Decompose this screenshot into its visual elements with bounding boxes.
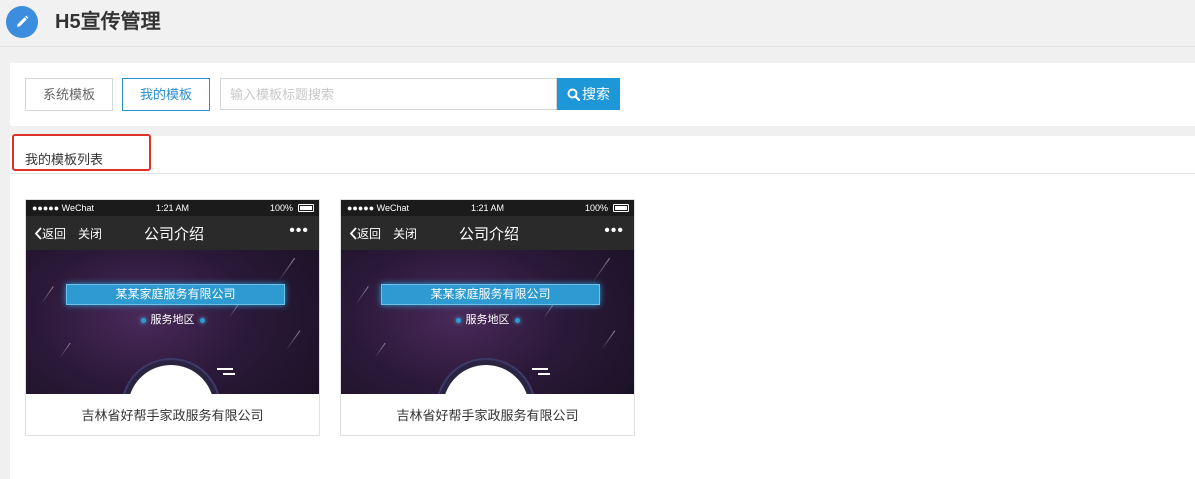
battery-label: 100% — [269, 203, 293, 213]
carrier-label: ●●●●● WeChat — [347, 203, 410, 213]
battery-icon — [613, 204, 629, 212]
template-card[interactable]: ●●●●● WeChat 1:21 AM 100% 返回 关闭 公司介绍 •••… — [340, 199, 635, 436]
more-icon: ••• — [289, 222, 309, 239]
meteor-decoration — [276, 257, 296, 284]
clock-label: 1:21 AM — [156, 203, 190, 213]
meteor-decoration — [40, 286, 54, 305]
company-banner: 某某家庭服务有限公司 — [66, 284, 285, 305]
phone-nav-bar: 返回 关闭 公司介绍 ••• — [26, 216, 319, 250]
page-header: H5宣传管理 — [0, 0, 1195, 47]
preview-page-title: 公司介绍 — [459, 226, 520, 243]
meteor-decoration — [285, 330, 301, 351]
phone-status-bar: ●●●●● WeChat 1:21 AM 100% — [26, 200, 319, 216]
dot-icon — [199, 317, 205, 323]
dot-icon — [140, 317, 146, 323]
template-list-panel: 我的模板列表 ●●●●● WeChat 1:21 AM 100% 返回 关闭 公… — [10, 134, 1195, 479]
clock-label: 1:21 AM — [471, 203, 505, 213]
meteor-decoration — [59, 342, 71, 359]
decoration-line — [223, 373, 235, 375]
company-banner: 某某家庭服务有限公司 — [381, 284, 600, 305]
region-text: 服务地区 — [150, 314, 195, 326]
meteor-decoration — [355, 286, 369, 305]
battery-icon — [298, 204, 314, 212]
region-text: 服务地区 — [465, 314, 510, 326]
dot-icon — [455, 317, 461, 323]
back-label: 返回 — [42, 227, 67, 241]
template-title[interactable]: 吉林省好帮手家政服务有限公司 — [341, 405, 634, 424]
template-preview[interactable]: ●●●●● WeChat 1:21 AM 100% 返回 关闭 公司介绍 •••… — [341, 200, 634, 394]
battery-label: 100% — [584, 203, 608, 213]
decoration-line — [217, 368, 233, 370]
search-button-label: 搜索 — [582, 86, 610, 102]
close-label: 关闭 — [393, 227, 418, 241]
template-toolbar: 系统模板 我的模板 搜索 — [10, 63, 1195, 126]
phone-status-bar: ●●●●● WeChat 1:21 AM 100% — [341, 200, 634, 216]
carrier-label: ●●●●● WeChat — [32, 203, 95, 213]
meteor-decoration — [591, 257, 611, 284]
dot-icon — [514, 317, 520, 323]
preview-page-title: 公司介绍 — [144, 226, 205, 243]
pencil-icon — [6, 6, 38, 38]
chevron-left-icon — [349, 227, 357, 240]
planet-graphic — [438, 360, 534, 394]
list-heading: 我的模板列表 — [25, 152, 104, 167]
back-link: 返回 — [34, 225, 66, 242]
page-title: H5宣传管理 — [55, 11, 161, 33]
search-button[interactable]: 搜索 — [557, 78, 620, 110]
search-input[interactable] — [220, 78, 557, 110]
list-heading-bar: 我的模板列表 — [10, 134, 1195, 174]
meteor-decoration — [374, 342, 386, 359]
close-label: 关闭 — [78, 227, 103, 241]
meteor-decoration — [600, 330, 616, 351]
service-region-label: 服务地区 — [26, 311, 319, 327]
search-icon — [567, 88, 580, 101]
tab-system-templates[interactable]: 系统模板 — [25, 78, 113, 111]
decoration-line — [538, 373, 550, 375]
more-icon: ••• — [604, 222, 624, 239]
service-region-label: 服务地区 — [341, 311, 634, 327]
decoration-line — [532, 368, 548, 370]
phone-nav-bar: 返回 关闭 公司介绍 ••• — [341, 216, 634, 250]
template-preview[interactable]: ●●●●● WeChat 1:21 AM 100% 返回 关闭 公司介绍 •••… — [26, 200, 319, 394]
planet-graphic — [123, 360, 219, 394]
tab-my-templates[interactable]: 我的模板 — [122, 78, 210, 111]
back-label: 返回 — [357, 227, 382, 241]
template-title[interactable]: 吉林省好帮手家政服务有限公司 — [26, 405, 319, 424]
back-link: 返回 — [349, 225, 381, 242]
template-card[interactable]: ●●●●● WeChat 1:21 AM 100% 返回 关闭 公司介绍 •••… — [25, 199, 320, 436]
chevron-left-icon — [34, 227, 42, 240]
